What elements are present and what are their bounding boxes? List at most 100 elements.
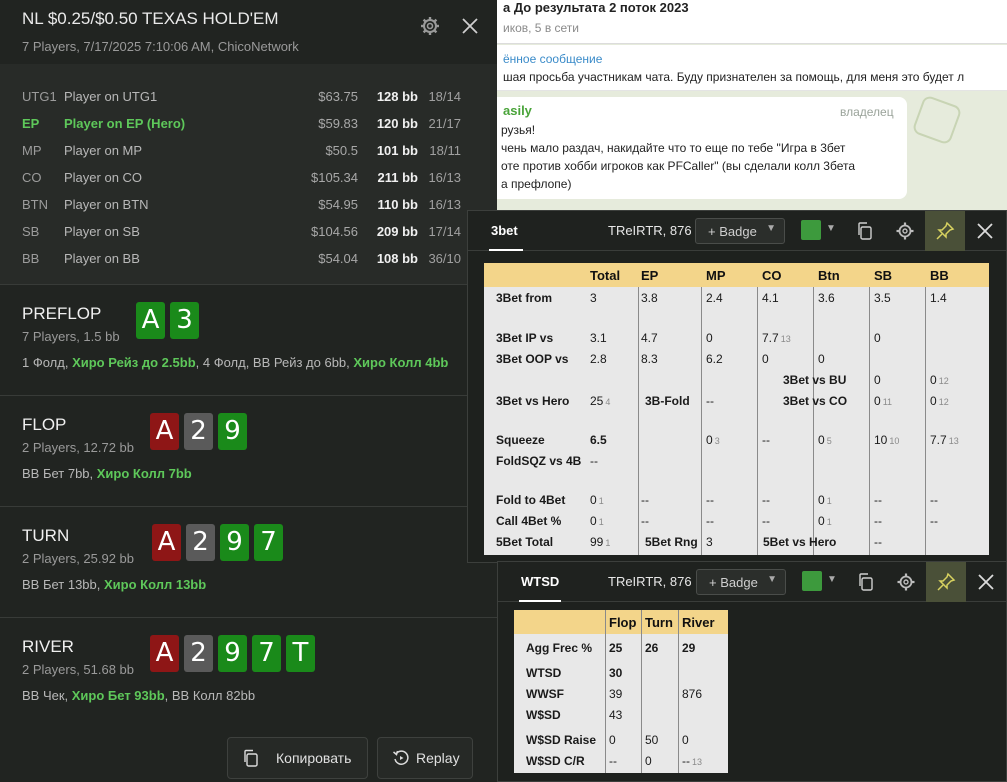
action-text: BB Бет 7bb,	[22, 466, 97, 481]
player-stack-bb: 128 bb	[376, 89, 418, 104]
gear-icon[interactable]	[895, 221, 915, 241]
player-stack-bb: 209 bb	[376, 224, 418, 239]
stat-value: --	[590, 454, 598, 468]
pin-button[interactable]	[925, 211, 965, 251]
tab-3bet[interactable]: 3bet	[491, 223, 518, 238]
color-swatch[interactable]	[801, 220, 821, 240]
stat-value: 50	[645, 733, 659, 747]
stat-label: Squeeze	[496, 433, 545, 447]
chevron-down-icon[interactable]: ▼	[826, 223, 836, 234]
close-icon[interactable]	[974, 220, 996, 242]
badge-dropdown[interactable]: + Badge ▼	[696, 569, 786, 595]
gear-icon[interactable]	[420, 16, 440, 36]
replay-label: Replay	[416, 750, 460, 766]
pin-button[interactable]	[926, 562, 966, 602]
column-header: Total	[590, 268, 621, 283]
copy-button[interactable]: Копировать	[227, 737, 368, 779]
stat-value: 3.6	[818, 291, 835, 305]
stat-value: -- 13	[682, 754, 703, 768]
chevron-down-icon: ▼	[767, 574, 777, 585]
gear-icon[interactable]	[896, 572, 916, 592]
playing-card: 2	[186, 524, 215, 561]
message-role: владелец	[840, 105, 894, 119]
column-header: EP	[641, 268, 659, 283]
hud-popup-wtsd[interactable]: WTSD TReIRTR, 876 + Badge ▼ ▼ Flop Turn …	[497, 561, 1007, 782]
playing-card: T	[286, 635, 315, 672]
stat-value: --	[706, 514, 714, 528]
player-stats: 21/17	[428, 116, 461, 131]
stat-value: --	[874, 514, 882, 528]
stat-value: --	[641, 514, 649, 528]
playing-card: 9	[218, 413, 247, 450]
player-row[interactable]: EP Player on EP (Hero) $59.83 120 bb 21/17	[0, 111, 497, 138]
hero-action: Хиро Бет 93bb	[71, 688, 165, 703]
replay-icon	[393, 750, 409, 765]
background-doodle	[911, 94, 963, 146]
stat-value: 30	[609, 666, 623, 680]
pin-icon	[936, 221, 955, 240]
player-position: BB	[22, 251, 40, 266]
column-header: BB	[930, 268, 949, 283]
street-section-flop: FLOP 2 Players, 12.72 bb A 2 9 BB Бет 7bb, Хи…	[0, 395, 497, 506]
street-players: 2 Players, 25.92 bb	[22, 551, 135, 566]
playing-card: A	[136, 302, 165, 339]
player-stack-money: $50.5	[325, 143, 358, 158]
stat-value: 0	[706, 331, 713, 345]
stat-value: 876	[682, 687, 703, 701]
player-row[interactable]: UTG1 Player on UTG1 $63.75 128 bb 18/14	[0, 84, 497, 111]
street-section-turn: TURN 2 Players, 25.92 bb A 2 9 7 BB Бет 13bb, …	[0, 506, 497, 617]
hero-action: Хиро Рейз до 2.5bb	[72, 355, 196, 370]
player-position: MP	[22, 143, 42, 158]
player-name: Player on BTN	[64, 197, 149, 212]
copy-icon[interactable]	[856, 572, 876, 592]
chat-header[interactable]: а До результата 2 поток 2023 иков, 5 в с…	[497, 0, 1007, 44]
player-row[interactable]: BB Player on BB $54.04 108 bb 36/10	[0, 246, 497, 273]
player-stack-money: $54.95	[318, 197, 358, 212]
player-stats: 16/13	[428, 197, 461, 212]
pinned-message[interactable]: ённое сообщение шая просьба участникам ч…	[497, 45, 1007, 91]
stat-value: --	[762, 433, 770, 447]
player-row[interactable]: SB Player on SB $104.56 209 bb 17/14	[0, 219, 497, 246]
hero-action: Хиро Колл 7bb	[96, 466, 192, 481]
player-stack-bb: 108 bb	[376, 251, 418, 266]
player-name: Player on MP	[64, 143, 143, 158]
close-icon[interactable]	[975, 571, 997, 593]
hud-popup-3bet[interactable]: 3bet TReIRTR, 876 + Badge ▼ ▼ Total EP M…	[467, 210, 1007, 563]
hand-header: NL $0.25/$0.50 TEXAS HOLD'EM 7 Players, …	[0, 0, 497, 64]
player-row[interactable]: CO Player on CO $105.34 211 bb 16/13	[0, 165, 497, 192]
stat-value: 7.7 13	[930, 433, 959, 447]
message-line: а префлопе)	[501, 177, 572, 191]
stat-value: --	[641, 493, 649, 507]
stat-value: 03	[706, 433, 720, 447]
stat-value: --	[874, 493, 882, 507]
player-stack-bb: 101 bb	[376, 143, 418, 158]
stat-value: --	[762, 493, 770, 507]
chevron-down-icon[interactable]: ▼	[827, 574, 837, 585]
close-icon[interactable]	[458, 14, 482, 38]
stat-value: 01	[818, 514, 832, 528]
replay-button[interactable]: Replay	[377, 737, 473, 779]
playing-card: A	[150, 413, 179, 450]
stat-value: 0 12	[930, 394, 949, 408]
stat-value: 01	[590, 514, 604, 528]
street-players: 2 Players, 12.72 bb	[22, 440, 135, 455]
player-row[interactable]: BTN Player on BTN $54.95 110 bb 16/13	[0, 192, 497, 219]
chat-message[interactable]: asily владелец рузья! чень мало раздач, …	[497, 97, 907, 199]
player-row[interactable]: MP Player on MP $50.5 101 bb 18/11	[0, 138, 497, 165]
column-divider	[701, 287, 702, 555]
tab-wtsd[interactable]: WTSD	[521, 574, 559, 589]
stat-value: 29	[682, 641, 696, 655]
copy-icon[interactable]	[855, 221, 875, 241]
player-name: Player on SB	[64, 224, 140, 239]
stat-value: 1.4	[930, 291, 947, 305]
player-stats: 36/10	[428, 251, 461, 266]
player-stack-money: $59.83	[318, 116, 358, 131]
color-swatch[interactable]	[802, 571, 822, 591]
column-header: River	[682, 615, 715, 630]
stat-value: 10 10	[874, 433, 900, 447]
column-header: Btn	[818, 268, 840, 283]
stat-value: 4.1	[762, 291, 779, 305]
hand-title: NL $0.25/$0.50 TEXAS HOLD'EM	[22, 9, 279, 28]
badge-dropdown[interactable]: + Badge ▼	[695, 218, 785, 244]
column-header: Turn	[645, 615, 673, 630]
